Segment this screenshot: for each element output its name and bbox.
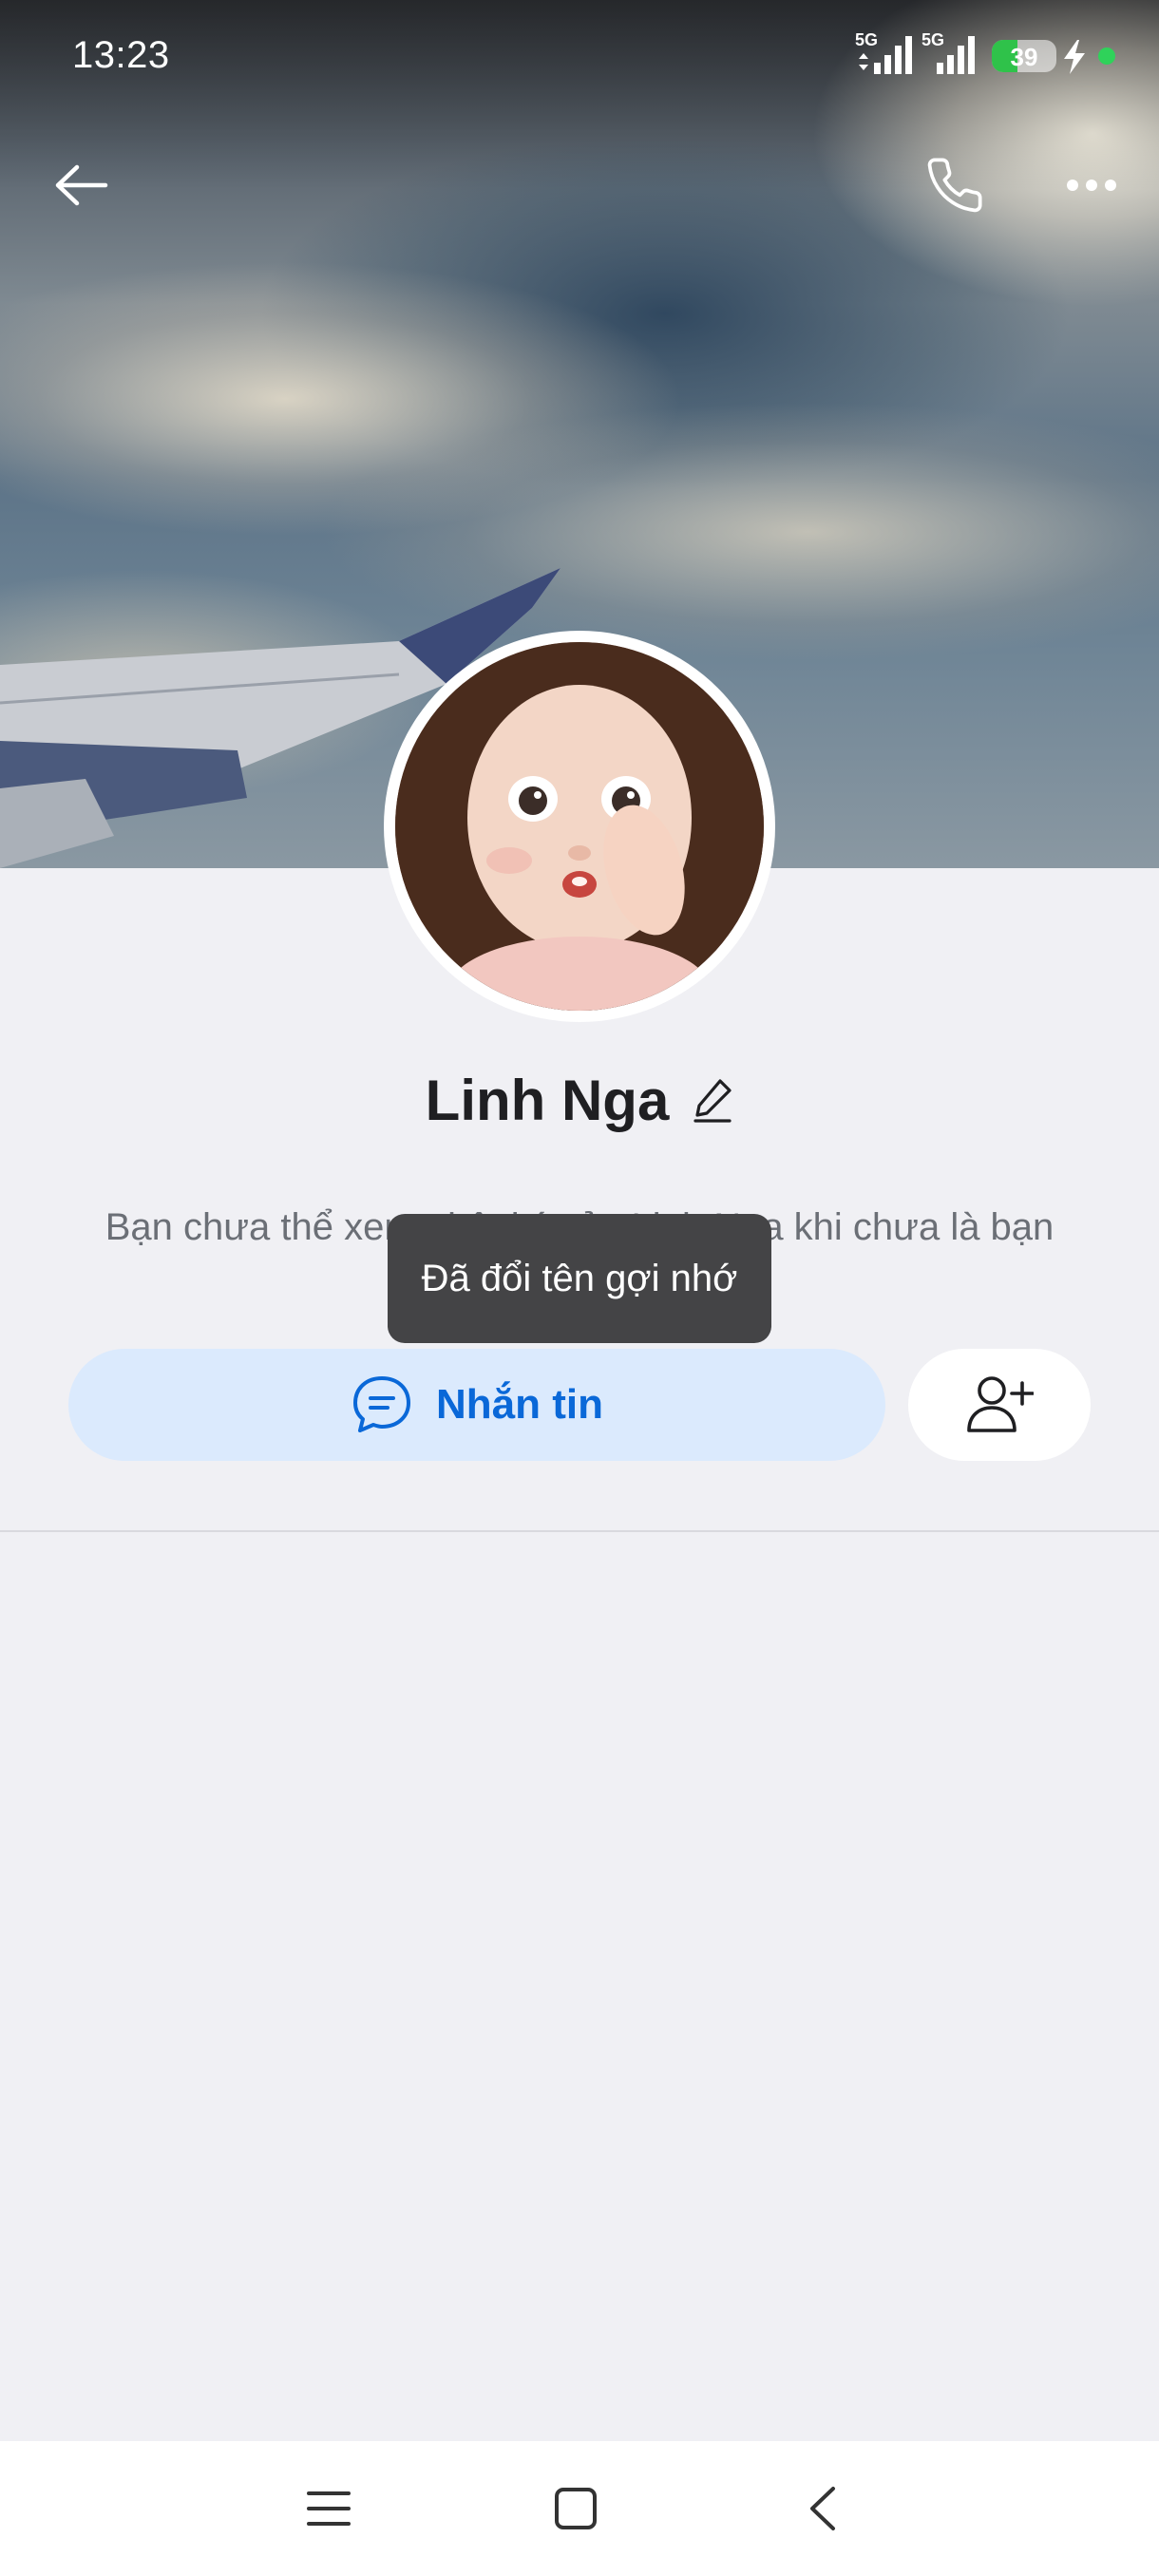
signal-1-indicator: 5G — [855, 30, 916, 81]
back-chevron-icon — [810, 2487, 835, 2530]
charging-bolt-icon — [1064, 40, 1085, 74]
status-time: 13:23 — [72, 34, 170, 76]
arrow-left-icon — [55, 164, 108, 206]
nav-back-button[interactable] — [766, 2441, 880, 2576]
send-message-button[interactable]: Nhắn tin — [68, 1349, 885, 1461]
more-button[interactable] — [1049, 142, 1134, 228]
avatar-image — [395, 642, 764, 1011]
network-type-2: 5G — [922, 30, 945, 49]
more-dots-icon — [1067, 180, 1116, 191]
privacy-dot — [1098, 47, 1115, 65]
chat-bubble-icon — [353, 1376, 410, 1432]
section-divider — [0, 1530, 1159, 1532]
toast-message: Đã đổi tên gợi nhớ — [388, 1214, 771, 1343]
menu-icon — [307, 2491, 351, 2526]
battery-indicator: 39 — [992, 40, 1056, 72]
child-portrait-image — [395, 642, 764, 1011]
system-nav-bar — [0, 2441, 1159, 2576]
signal-2-indicator: 5G — [922, 30, 982, 81]
profile-name-row: Linh Nga — [0, 1062, 1159, 1138]
edit-name-button[interactable] — [692, 1077, 733, 1123]
add-friend-icon — [967, 1376, 1034, 1432]
home-square-icon — [555, 2488, 597, 2529]
status-bar: 13:23 5G 5G 39 — [0, 0, 1159, 114]
back-button[interactable] — [38, 142, 124, 228]
network-type-1: 5G — [855, 30, 879, 49]
nav-menu-button[interactable] — [272, 2441, 386, 2576]
call-button[interactable] — [912, 142, 998, 228]
add-friend-button[interactable] — [908, 1349, 1091, 1461]
nav-home-button[interactable] — [519, 2441, 633, 2576]
send-message-label: Nhắn tin — [436, 1381, 603, 1428]
pencil-icon — [694, 1079, 732, 1123]
avatar[interactable] — [384, 631, 775, 1022]
profile-name: Linh Nga — [425, 1068, 670, 1132]
phone-icon — [927, 158, 982, 213]
battery-level: 39 — [1010, 43, 1038, 71]
